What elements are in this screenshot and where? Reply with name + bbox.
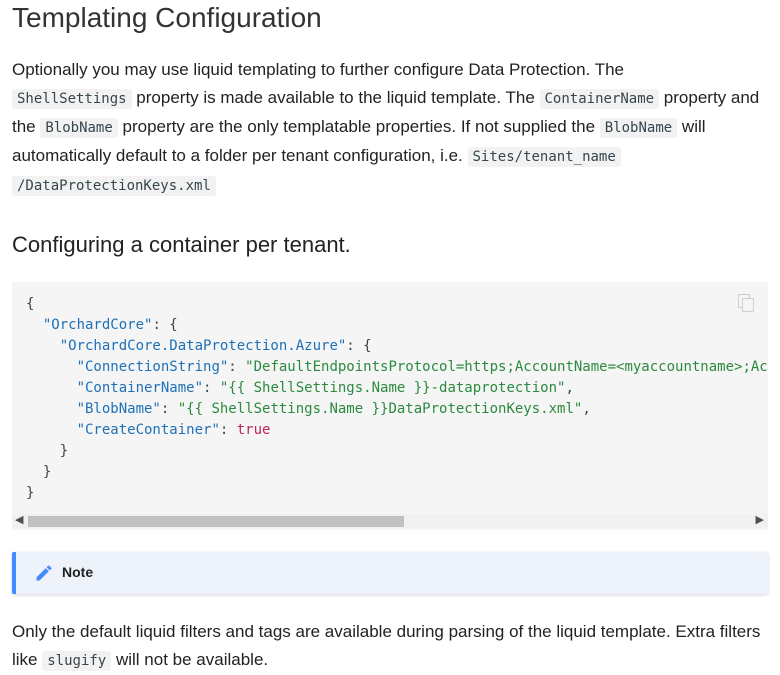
footer-text-2: will not be available. (111, 650, 269, 669)
code-key-containername: "ContainerName" (76, 380, 204, 396)
code-key-orchardcore: "OrchardCore" (42, 317, 153, 333)
code-close-brace-3: } (59, 443, 69, 459)
pencil-icon (36, 565, 52, 581)
code-key-createcontainer: "CreateContainer" (76, 422, 220, 438)
code-slugify: slugify (42, 651, 112, 671)
code-val-blobname: "{{ ShellSettings.Name }}DataProtectionK… (177, 401, 583, 417)
code-block: { "OrchardCore": { "OrchardCore.DataProt… (12, 282, 768, 530)
code-key-blobname: "BlobName" (76, 401, 161, 417)
code-containername: ContainerName (539, 89, 660, 109)
horizontal-scrollbar[interactable]: ◀ ▶ (12, 514, 768, 528)
code-open-brace: { (26, 296, 35, 312)
note-title: Note (62, 564, 94, 580)
intro-paragraph: Optionally you may use liquid templating… (12, 56, 772, 200)
code-val-containername: "{{ ShellSettings.Name }}-dataprotection… (219, 380, 566, 396)
intro-text-2: property is made available to the liquid… (131, 88, 540, 107)
scroll-left-arrow-icon[interactable]: ◀ (15, 513, 23, 526)
scrollbar-thumb[interactable] (28, 516, 404, 527)
copy-icon[interactable] (738, 294, 754, 312)
code-dataprotectionkeys: /DataProtectionKeys.xml (12, 176, 216, 196)
code-sites-tenant: Sites/tenant_name (467, 147, 621, 167)
intro-text-1: Optionally you may use liquid templating… (12, 60, 625, 79)
code-val-createcontainer: true (236, 422, 271, 438)
code-blobname-2: BlobName (599, 118, 678, 138)
note-admonition[interactable]: Note (12, 552, 768, 594)
code-key-azure: "OrchardCore.DataProtection.Azure" (59, 338, 347, 354)
scroll-right-arrow-icon[interactable]: ▶ (756, 513, 764, 526)
footer-paragraph: Only the default liquid filters and tags… (12, 618, 772, 675)
intro-text-4: property are the only templatable proper… (117, 117, 600, 136)
copy-icon-front (742, 298, 754, 312)
code-viewport: { "OrchardCore": { "OrchardCore.DataProt… (12, 282, 768, 512)
code-blobname: BlobName (40, 118, 118, 138)
code-close-brace-1: } (26, 485, 35, 501)
code-content: { "OrchardCore": { "OrchardCore.DataProt… (12, 282, 768, 504)
section-heading: Configuring a container per tenant. (12, 232, 351, 257)
code-key-connectionstring: "ConnectionString" (76, 359, 229, 375)
page-title: Templating Configuration (12, 2, 322, 33)
code-close-brace-2: } (42, 464, 52, 480)
code-shellsettings: ShellSettings (12, 89, 132, 109)
code-val-connectionstring: "DefaultEndpointsProtocol=https;AccountN… (245, 359, 768, 375)
